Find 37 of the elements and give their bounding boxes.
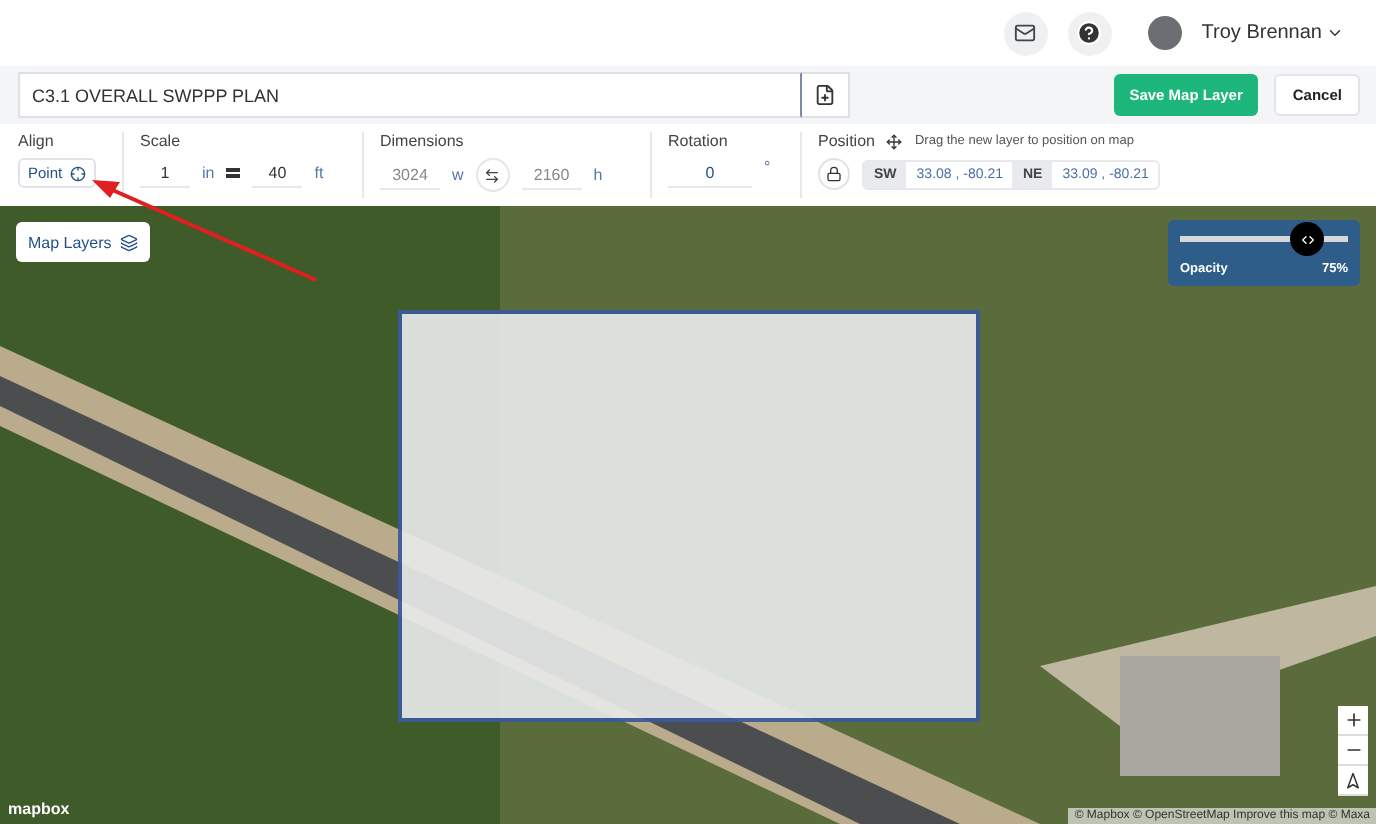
plan-overlay[interactable] bbox=[398, 310, 980, 722]
user-menu[interactable]: Troy Brennan bbox=[1201, 22, 1344, 44]
position-label: Position bbox=[818, 132, 875, 150]
slider-thumb[interactable] bbox=[1290, 222, 1324, 256]
map-logo: mapbox bbox=[8, 800, 70, 818]
avatar[interactable] bbox=[1147, 16, 1182, 50]
move-icon bbox=[886, 133, 903, 149]
align-label: Align bbox=[18, 132, 56, 150]
compass-icon bbox=[1344, 771, 1362, 789]
unit-label: w bbox=[452, 166, 464, 184]
degree-label: ° bbox=[764, 158, 771, 176]
zoom-in-button[interactable] bbox=[1338, 706, 1368, 736]
help-icon bbox=[1076, 20, 1103, 46]
swap-icon bbox=[484, 167, 501, 183]
dimensions-label: Dimensions bbox=[380, 132, 466, 150]
layers-icon bbox=[119, 233, 138, 251]
rotation-label: Rotation bbox=[668, 132, 730, 150]
map-layers-button[interactable]: Map Layers bbox=[16, 222, 150, 262]
help-button[interactable] bbox=[1067, 11, 1112, 55]
mail-button[interactable] bbox=[1003, 11, 1048, 55]
unit-label: ft bbox=[314, 164, 324, 182]
add-file-button[interactable] bbox=[802, 72, 850, 118]
swap-button[interactable] bbox=[475, 158, 510, 192]
scale-label: Scale bbox=[140, 132, 183, 150]
unit-label: h bbox=[593, 166, 603, 184]
equals-icon bbox=[226, 168, 241, 178]
mail-icon bbox=[1014, 22, 1037, 44]
crosshair-icon bbox=[70, 165, 87, 181]
unit-label: in bbox=[202, 164, 215, 182]
plus-icon bbox=[1343, 710, 1363, 730]
compass-button[interactable] bbox=[1338, 766, 1368, 796]
lock-button[interactable] bbox=[818, 158, 850, 190]
chevron-down-icon bbox=[1326, 24, 1344, 42]
layer-name-field[interactable]: C3.1 OVERALL SWPPP PLAN bbox=[18, 72, 802, 118]
lock-icon bbox=[826, 166, 842, 182]
arrows-icon bbox=[1299, 231, 1315, 247]
file-plus-icon bbox=[814, 84, 836, 106]
